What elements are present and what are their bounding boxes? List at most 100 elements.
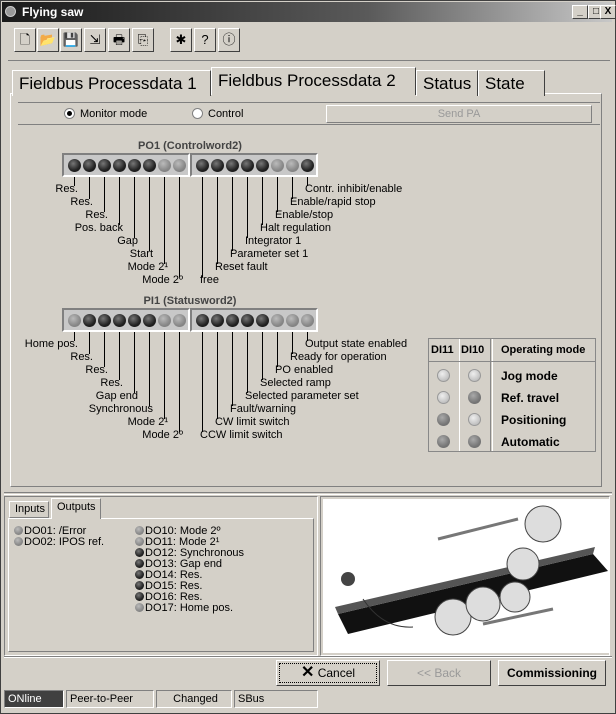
tab-fieldbus-processdata-1[interactable]: Fieldbus Processdata 1 xyxy=(12,70,211,96)
status-connection: Peer-to-Peer xyxy=(66,690,154,708)
back-button[interactable]: << Back xyxy=(387,660,491,686)
tab-fieldbus-processdata-2[interactable]: Fieldbus Processdata 2 xyxy=(211,67,416,95)
pi1-bit-0-led xyxy=(68,314,81,327)
operating-mode-label: Automatic xyxy=(501,435,560,449)
output-led xyxy=(14,526,23,535)
po1-bit-12-led xyxy=(256,159,269,172)
operating-mode-label: Ref. travel xyxy=(501,391,560,405)
minimize-button[interactable]: _ xyxy=(572,5,588,19)
pi1-bit-12-label: Selected ramp xyxy=(260,377,331,389)
window-title: Flying saw xyxy=(22,5,84,19)
di11-led xyxy=(437,391,450,404)
po1-bit-4-led xyxy=(128,159,141,172)
output-label: DO02: IPOS ref. xyxy=(24,536,105,548)
po1-bit-15-label: Contr. inhibit/enable xyxy=(305,183,403,195)
output-led xyxy=(135,559,144,568)
di11-led xyxy=(437,369,450,382)
po1-bit-10-label: Parameter set 1 xyxy=(230,248,309,260)
pi1-bit-15-label: Output state enabled xyxy=(305,338,408,350)
send-pa-button[interactable]: Send PA xyxy=(326,105,592,123)
po1-bit-7-label: Mode 2º xyxy=(142,274,183,286)
operating-mode-label: Jog mode xyxy=(501,369,558,383)
bug-icon[interactable]: ✱ xyxy=(170,28,192,52)
pi1-bit-4-led xyxy=(128,314,141,327)
po1-bit-11-led xyxy=(241,159,254,172)
pi1-bit-10-label: Fault/warning xyxy=(230,403,297,415)
po1-bit-12-label: Halt regulation xyxy=(260,222,331,234)
help-icon[interactable]: ? xyxy=(194,28,216,52)
save-icon[interactable]: 💾 xyxy=(60,28,82,52)
po1-bit-1-label: Res. xyxy=(70,196,93,208)
di10-header: DI10 xyxy=(461,344,485,356)
pi1-bit-2-label: Res. xyxy=(85,364,108,376)
po1-bit-14-label: Enable/rapid stop xyxy=(290,196,376,208)
po1-bit-6-label: Mode 2¹ xyxy=(127,261,168,273)
pi1-bit-9-led xyxy=(211,314,224,327)
di11-led xyxy=(437,435,450,448)
output-item: DO17: Home pos. xyxy=(135,603,233,614)
info-icon[interactable]: ⓘ xyxy=(218,28,240,52)
output-led xyxy=(135,526,144,535)
app-icon xyxy=(5,6,16,17)
export-icon[interactable]: ⇲ xyxy=(84,28,106,52)
output-led xyxy=(135,548,144,557)
pi1-bit-1-label: Res. xyxy=(70,351,93,363)
po1-bit-13-label: Enable/stop xyxy=(275,209,334,221)
tab-state[interactable]: State xyxy=(478,70,545,96)
monitor-mode-radio[interactable] xyxy=(64,108,75,119)
tab-outputs[interactable]: Outputs xyxy=(51,498,101,519)
new-file-icon[interactable]: 🗋 xyxy=(14,28,36,52)
po1-bit-9-label: Reset fault xyxy=(215,261,268,273)
output-led xyxy=(14,537,23,546)
po1-bit-11-label: Integrator 1 xyxy=(245,235,302,247)
output-led xyxy=(135,581,144,590)
commissioning-button[interactable]: Commissioning xyxy=(498,660,606,686)
pi1-bit-12-led xyxy=(256,314,269,327)
cancel-button[interactable]: ✕ Cancel xyxy=(276,660,380,686)
pi1-bit-5-label: Synchronous xyxy=(88,403,153,415)
print-icon[interactable]: 🖶 xyxy=(108,28,130,52)
divider xyxy=(8,60,610,61)
po1-bit-2-led xyxy=(98,159,111,172)
po1-bit-14-led xyxy=(286,159,299,172)
pi1-title: PI1 (Statusword2) xyxy=(143,295,237,307)
pi1-bit-8-label: CCW limit switch xyxy=(200,429,283,441)
operating-mode-label: Positioning xyxy=(501,413,567,427)
close-button[interactable]: X xyxy=(600,5,616,19)
tab-inputs[interactable]: Inputs xyxy=(9,501,49,518)
copy-icon[interactable]: ⎘ xyxy=(132,28,154,52)
pi1-bit-4-label: Gap end xyxy=(95,390,138,402)
pi1-bit-6-led xyxy=(158,314,171,327)
pi1-bit-15-led xyxy=(301,314,314,327)
status-bus: SBus xyxy=(234,690,318,708)
control-label: Control xyxy=(208,108,244,120)
pi1-bit-7-led xyxy=(173,314,186,327)
pi1-bit-5-led xyxy=(143,314,156,327)
monitor-mode-label: Monitor mode xyxy=(80,108,148,120)
pi1-bit-6-label: Mode 2¹ xyxy=(127,416,168,428)
po1-title: PO1 (Controlword2) xyxy=(138,140,242,152)
pi1-bit-3-led xyxy=(113,314,126,327)
pi1-bit-9-label: CW limit switch xyxy=(215,416,290,428)
di11-led xyxy=(437,413,450,426)
output-led xyxy=(135,570,144,579)
pi1-bit-7-label: Mode 2º xyxy=(142,429,183,441)
po1-bit-0-label: Res. xyxy=(55,183,78,195)
x-icon: ✕ xyxy=(300,664,315,681)
tab-status[interactable]: Status xyxy=(416,70,478,96)
open-folder-icon[interactable]: 📂 xyxy=(37,28,59,52)
output-led xyxy=(135,537,144,546)
control-radio[interactable] xyxy=(192,108,203,119)
pi1-bit-1-led xyxy=(83,314,96,327)
output-label: DO17: Home pos. xyxy=(145,602,234,614)
po1-bit-8-label: free xyxy=(200,274,219,286)
pi1-bit-11-led xyxy=(241,314,254,327)
po1-bit-5-led xyxy=(143,159,156,172)
po1-bit-15-led xyxy=(301,159,314,172)
pi1-bit-10-led xyxy=(226,314,239,327)
machine-illustration xyxy=(320,496,610,656)
po1-bit-5-label: Start xyxy=(129,248,153,260)
po1-bit-2-label: Res. xyxy=(85,209,108,221)
title-bar: Flying saw xyxy=(2,2,612,22)
po1-bit-10-led xyxy=(226,159,239,172)
